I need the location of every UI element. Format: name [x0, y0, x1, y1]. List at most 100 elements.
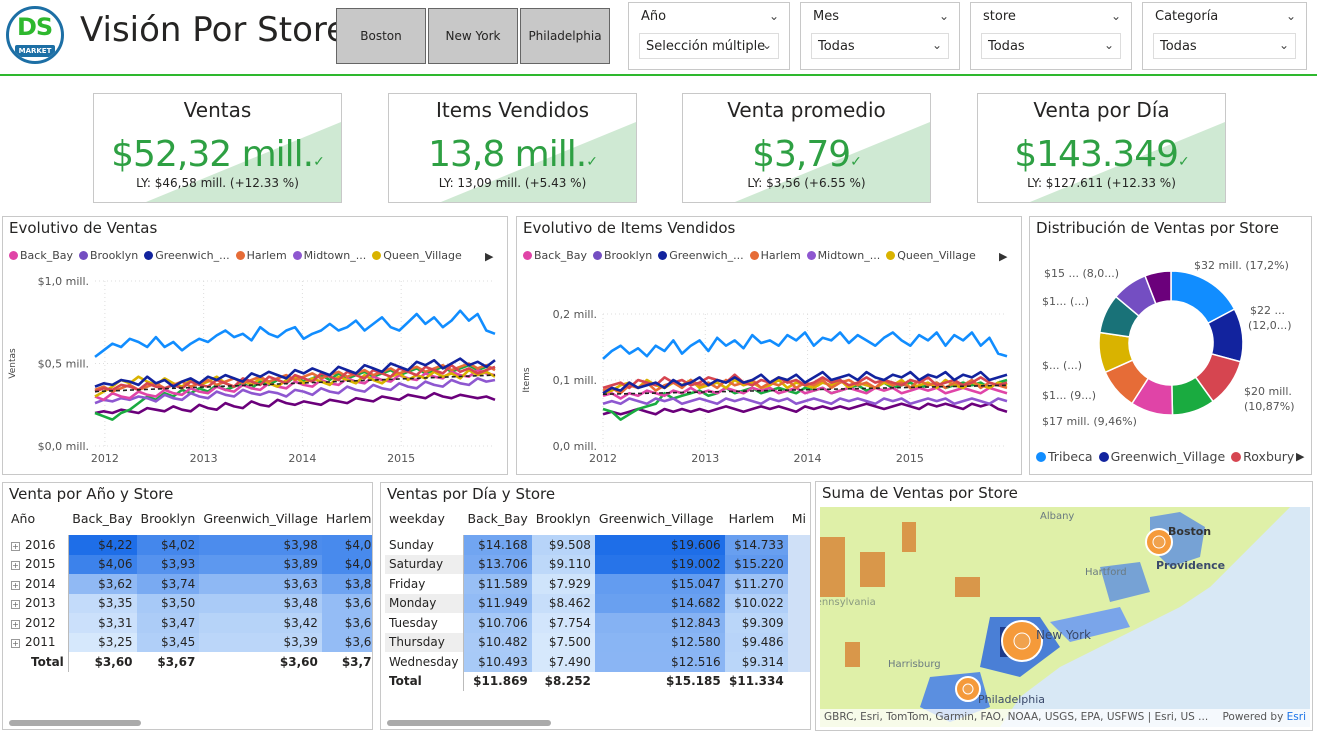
chart-distribucion-ventas[interactable]: Distribución de Ventas por Store $32 mil…	[1029, 216, 1312, 475]
table-cell: $3,63	[199, 574, 322, 594]
table-cell: $3,35	[68, 593, 137, 613]
column-header[interactable]: Año	[7, 501, 68, 535]
chart-evolutivo-ventas[interactable]: Evolutivo de Ventas Back_Bay Brooklyn Gree…	[2, 216, 508, 475]
table-cell: $7.500	[531, 632, 595, 652]
esri-link[interactable]: Esri	[1287, 711, 1306, 723]
horizontal-scrollbar[interactable]	[9, 720, 141, 726]
table-cell: $12.580	[594, 632, 725, 652]
slicer-store[interactable]: store ⌄ Todas ⌄	[970, 2, 1132, 70]
table-cell: $3,50	[136, 593, 200, 613]
region-orange	[820, 537, 845, 597]
table-cell: $7.490	[531, 652, 595, 672]
table-row[interactable]: +2014 $3,62 $3,74 $3,63 $3,8	[7, 574, 372, 594]
expand-icon[interactable]: +	[11, 600, 20, 610]
x-tick-label: 2014	[288, 452, 316, 465]
table-row[interactable]: Sunday $14.168 $9.508 $19.606 $14.733	[385, 535, 810, 555]
map-svg: Albany Boston Providence Hartford New Yo…	[820, 507, 1310, 727]
table-row[interactable]: Tuesday $10.706 $7.754 $12.843 $9.309	[385, 613, 810, 633]
expand-icon[interactable]: +	[11, 541, 20, 551]
table-cell: $14.682	[594, 593, 725, 613]
chevron-down-icon: ⌄	[761, 38, 772, 52]
slicer-year[interactable]: Año ⌄ Selección múltiple ⌄	[628, 2, 790, 70]
logo-text: DS	[17, 13, 53, 41]
column-header[interactable]: Harlem	[322, 501, 372, 535]
column-header[interactable]: Brooklyn	[137, 501, 200, 535]
expand-icon[interactable]: +	[11, 561, 20, 571]
table-cell: $9.508	[531, 535, 595, 555]
kpi-last-year: LY: $3,56 (+6.55 %)	[747, 176, 866, 190]
slicer-category[interactable]: Categoría ⌄ Todas ⌄	[1142, 2, 1307, 70]
table-row[interactable]: +2013 $3,35 $3,50 $3,48 $3,6	[7, 593, 372, 613]
column-header[interactable]: weekday	[385, 501, 464, 535]
table-row[interactable]: Friday $11.589 $7.929 $15.047 $11.270	[385, 574, 810, 594]
horizontal-scrollbar[interactable]	[387, 720, 551, 726]
slicer-dropdown-store[interactable]: Todas ⌄	[981, 33, 1121, 59]
kpi-card-venta-promedio[interactable]: Venta promedio $3,79✓ LY: $3,56 (+6.55 %…	[682, 93, 931, 203]
series-line-tribeca	[602, 331, 1008, 360]
x-tick-label: 2015	[896, 452, 924, 465]
matrix-ventas-por-dia[interactable]: Ventas por Día y Store weekday Back_Bay Br…	[380, 482, 811, 730]
column-header[interactable]: Back_Bay	[68, 501, 136, 535]
city-button-new-york[interactable]: New York	[428, 8, 518, 64]
column-header[interactable]: Mi	[788, 501, 810, 535]
slicer-value: Todas	[988, 39, 1025, 54]
donut-data-label: $20 mill.	[1244, 385, 1292, 398]
column-header[interactable]: Back_Bay	[464, 501, 532, 535]
map-title: Suma de Ventas por Store	[822, 484, 1018, 502]
map-label-providence: Providence	[1156, 559, 1225, 572]
city-button-philadelphia[interactable]: Philadelphia	[520, 8, 610, 64]
slicer-label: store	[983, 9, 1016, 24]
table-cell: $13.706	[463, 554, 532, 574]
expand-icon[interactable]: +	[11, 639, 20, 649]
table-cell: $11.270	[724, 574, 788, 594]
table-row[interactable]: +2015 $4,06 $3,93 $3,89 $4,0	[7, 554, 372, 574]
chevron-down-icon[interactable]: ⌄	[1286, 9, 1296, 23]
expand-icon[interactable]: +	[11, 580, 20, 590]
table-cell: $11.949	[463, 593, 532, 613]
table-cell: $3,48	[199, 593, 322, 613]
slicer-dropdown-month[interactable]: Todas ⌄	[811, 33, 949, 59]
table-row[interactable]: +2016 $4,22 $4,02 $3,98 $4,0	[7, 535, 372, 555]
map-label-new-york: New York	[1036, 628, 1091, 642]
map-label-boston: Boston	[1168, 525, 1211, 538]
slicer-month[interactable]: Mes ⌄ Todas ⌄	[800, 2, 960, 70]
table-row[interactable]: Wednesday $10.493 $7.490 $12.516 $9.314	[385, 652, 810, 672]
chevron-down-icon[interactable]: ⌄	[939, 9, 949, 23]
expand-icon[interactable]: +	[11, 619, 20, 629]
table-row[interactable]: Monday $11.949 $8.462 $14.682 $10.022	[385, 593, 810, 613]
matrix-venta-por-ano[interactable]: Venta por Año y Store Año Back_Bay Brookly…	[2, 482, 373, 730]
chevron-down-icon[interactable]: ⌄	[1111, 9, 1121, 23]
table-row[interactable]: +2012 $3,31 $3,47 $3,42 $3,6	[7, 613, 372, 633]
slicer-dropdown-category[interactable]: Todas ⌄	[1153, 33, 1296, 59]
legend-item[interactable]: Roxbury	[1231, 449, 1294, 464]
column-header[interactable]: Harlem	[725, 501, 788, 535]
kpi-card-venta-por-dia[interactable]: Venta por Día $143.349✓ LY: $127.611 (+1…	[977, 93, 1226, 203]
legend-next-arrow-icon[interactable]: ▶	[1296, 450, 1304, 463]
x-tick-label: 2012	[91, 452, 119, 465]
kpi-card-items-vendidos[interactable]: Items Vendidos 13,8 mill.✓ LY: 13,09 mil…	[388, 93, 637, 203]
chevron-down-icon[interactable]: ⌄	[769, 9, 779, 23]
kpi-title: Items Vendidos	[435, 98, 590, 122]
kpi-title: Venta por Día	[1033, 98, 1170, 122]
table-row[interactable]: +2011 $3,25 $3,45 $3,39 $3,6	[7, 632, 372, 652]
matrix-day-table: weekday Back_Bay Brooklyn Greenwich_Village…	[385, 501, 810, 691]
kpi-title: Ventas	[183, 98, 252, 122]
table-row[interactable]: Saturday $13.706 $9.110 $19.002 $15.220	[385, 554, 810, 574]
column-header[interactable]: Greenwich_Village	[595, 501, 725, 535]
column-header[interactable]: Greenwich_Village	[199, 501, 322, 535]
city-button-boston[interactable]: Boston	[336, 8, 426, 64]
slicer-dropdown-year[interactable]: Selección múltiple ⌄	[639, 33, 779, 59]
chart-evolutivo-items[interactable]: Evolutivo de Items Vendidos Back_Bay Broo…	[516, 216, 1022, 475]
legend-item[interactable]: Tribeca	[1036, 449, 1093, 464]
y-axis-label: Ventas	[8, 348, 18, 379]
kpi-card-ventas[interactable]: Ventas $52,32 mill.✓ LY: $46,58 mill. (+…	[93, 93, 342, 203]
column-header[interactable]: Brooklyn	[532, 501, 595, 535]
y-tick-label: 0,2 mill.	[553, 308, 597, 321]
legend-item[interactable]: Greenwich_Village	[1098, 449, 1225, 464]
table-cell: $14.733	[724, 535, 788, 555]
table-row[interactable]: Thursday $10.482 $7.500 $12.580 $9.486	[385, 632, 810, 652]
store-bubble-new-york	[1013, 632, 1031, 650]
donut-data-label: $15 ... (8,0...)	[1044, 267, 1119, 280]
map-canvas[interactable]: Albany Boston Providence Hartford New Yo…	[820, 507, 1310, 727]
table-cell: $7.754	[531, 613, 595, 633]
